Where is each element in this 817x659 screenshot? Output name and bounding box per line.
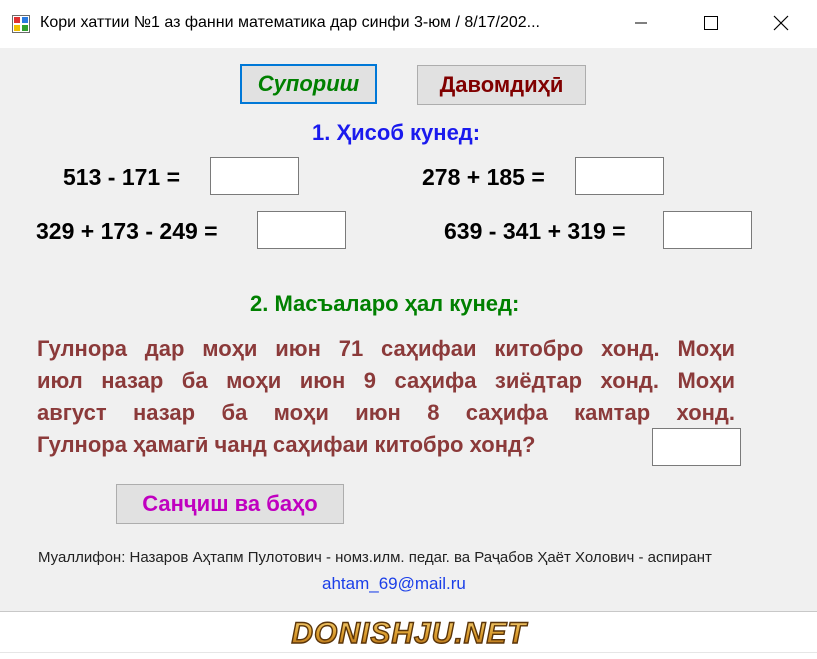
authors-label: Муаллифон: Назаров Аҳтапм Пулотович - но… bbox=[38, 549, 712, 566]
email-label: ahtam_69@mail.ru bbox=[322, 574, 466, 593]
answer-input-1[interactable] bbox=[210, 157, 299, 195]
maximize-icon bbox=[704, 16, 718, 30]
expression-1: 513 - 171 = bbox=[63, 164, 181, 190]
problem-line-4: Гулнора ҳамагӣ чанд саҳифаи китобро хонд… bbox=[37, 432, 536, 457]
close-button[interactable] bbox=[746, 0, 816, 46]
check-and-grade-button[interactable]: Санҷиш ва баҳо bbox=[116, 484, 344, 524]
expression-4: 639 - 341 + 319 = bbox=[444, 218, 626, 244]
word-problem: Гулнора дар моҳи июн 71 саҳифаи китобро … bbox=[37, 333, 737, 461]
background-divider bbox=[0, 652, 817, 653]
answer-input-4[interactable] bbox=[663, 211, 752, 249]
minimize-icon bbox=[635, 22, 647, 24]
title-bar[interactable]: Кори хаттии №1 аз фанни математика дар с… bbox=[0, 0, 817, 48]
problem-line-3: август назар ба моҳи июн 8 саҳифа камтар… bbox=[37, 400, 735, 425]
next-button[interactable]: Давомдиҳӣ bbox=[417, 65, 586, 105]
maximize-button[interactable] bbox=[676, 0, 746, 46]
assign-button[interactable]: Супориш bbox=[240, 64, 377, 104]
close-icon bbox=[773, 15, 789, 31]
problem-line-1: Гулнора дар моҳи июн 71 саҳифаи китобро … bbox=[37, 336, 735, 361]
minimize-button[interactable] bbox=[606, 0, 676, 46]
section1-heading: 1. Ҳисоб кунед: bbox=[312, 120, 481, 145]
answer-input-3[interactable] bbox=[257, 211, 346, 249]
answer-input-2[interactable] bbox=[575, 157, 664, 195]
app-window: Кори хаттии №1 аз фанни математика дар с… bbox=[0, 0, 817, 612]
expression-2: 278 + 185 = bbox=[422, 164, 545, 190]
problem-line-2: июл назар ба моҳи июн 9 саҳифа зиёдтар х… bbox=[37, 368, 735, 393]
watermark-logo: DONISHJU.NET bbox=[291, 616, 528, 650]
window-content: Супориш Давомдиҳӣ 1. Ҳисоб кунед: 513 - … bbox=[0, 48, 817, 612]
window-title: Кори хаттии №1 аз фанни математика дар с… bbox=[40, 14, 540, 31]
app-icon bbox=[12, 15, 30, 33]
expression-3: 329 + 173 - 249 = bbox=[36, 218, 218, 244]
watermark-text: DONISHJU.NET bbox=[291, 617, 528, 650]
section2-heading: 2. Масъаларо ҳал кунед: bbox=[250, 291, 520, 316]
problem-answer-input[interactable] bbox=[652, 428, 741, 466]
